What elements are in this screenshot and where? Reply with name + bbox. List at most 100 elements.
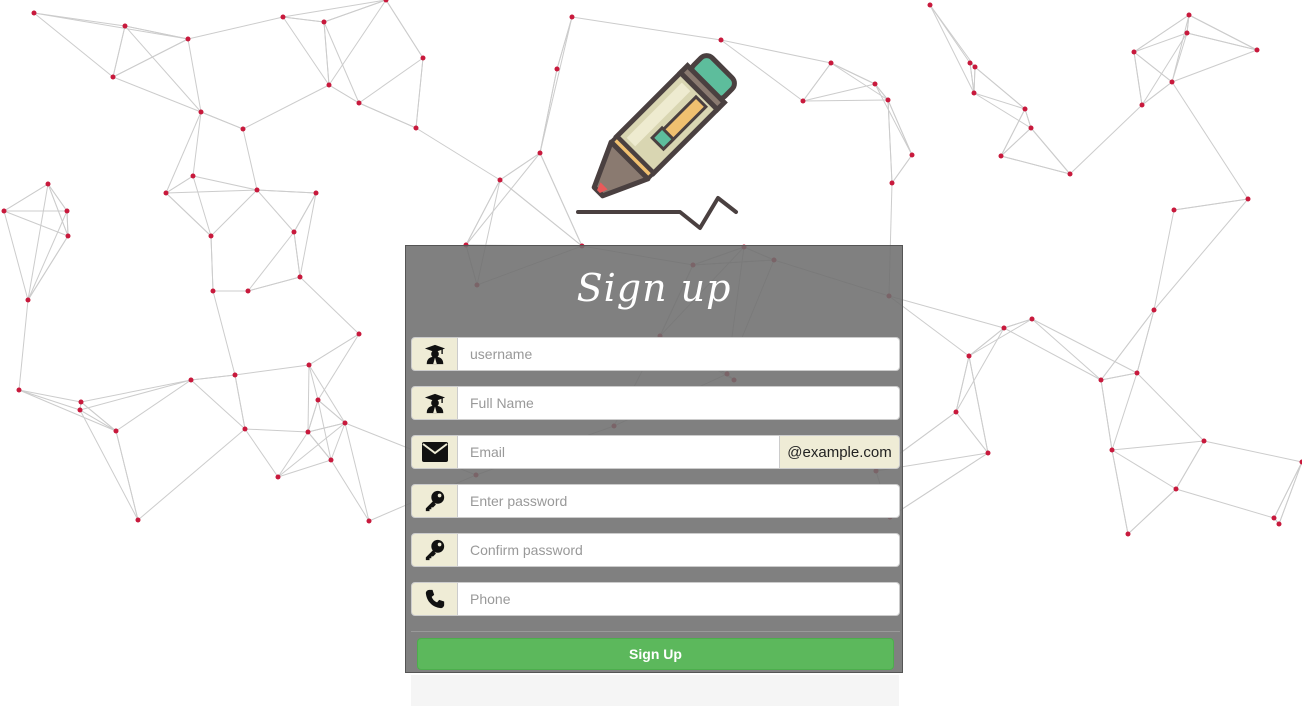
full-name-input[interactable] — [458, 386, 900, 420]
network-node — [356, 331, 362, 337]
page: Sign up @example.com — [0, 0, 1302, 708]
network-line — [66, 210, 69, 237]
network-line — [328, 84, 360, 104]
network-line — [929, 4, 976, 68]
network-line — [874, 83, 889, 101]
password-input[interactable] — [458, 484, 900, 518]
network-line — [465, 152, 541, 246]
confirm-password-input[interactable] — [458, 533, 900, 567]
network-line — [889, 452, 989, 518]
network-node — [800, 98, 806, 104]
network-line — [112, 76, 202, 113]
network-line — [1141, 81, 1173, 106]
form-divider — [411, 631, 900, 632]
network-node — [242, 426, 248, 432]
network-node — [78, 399, 84, 405]
network-node — [31, 10, 37, 16]
network-node — [1098, 377, 1104, 383]
network-line — [112, 25, 126, 78]
network-line — [112, 38, 189, 78]
network-node — [1169, 79, 1175, 85]
network-line — [308, 333, 360, 366]
network-line — [3, 183, 49, 212]
network-line — [1171, 81, 1249, 200]
network-node — [985, 450, 991, 456]
pencil-icon — [576, 53, 738, 230]
username-input[interactable] — [458, 337, 900, 371]
network-line — [968, 327, 1005, 357]
network-line — [1003, 327, 1102, 381]
network-node — [885, 97, 891, 103]
network-node — [291, 229, 297, 235]
network-node — [190, 173, 196, 179]
network-line — [308, 364, 346, 424]
network-line — [358, 57, 424, 104]
network-node — [569, 14, 575, 20]
network-node — [210, 288, 216, 294]
network-node — [297, 274, 303, 280]
password-row — [411, 484, 900, 518]
network-line — [955, 355, 970, 413]
page-title: Sign up — [576, 266, 732, 310]
network-line — [1136, 309, 1155, 374]
network-node — [65, 233, 71, 239]
network-node — [967, 60, 973, 66]
network-line — [974, 66, 1026, 110]
network-node — [305, 429, 311, 435]
network-node — [321, 19, 327, 25]
network-line — [874, 83, 913, 156]
network-line — [308, 364, 319, 401]
network-line — [323, 0, 387, 23]
phone-row — [411, 582, 900, 616]
signup-button[interactable]: Sign Up — [417, 638, 894, 670]
network-node — [972, 64, 978, 70]
network-line — [385, 0, 424, 59]
network-node — [122, 23, 128, 29]
network-line — [830, 62, 876, 85]
phone-input[interactable] — [458, 582, 900, 616]
envelope-icon — [411, 435, 458, 469]
network-line — [1111, 372, 1138, 451]
network-node — [232, 372, 238, 378]
network-line — [277, 459, 332, 478]
network-line — [1133, 32, 1188, 53]
network-line — [33, 12, 189, 40]
network-node — [554, 66, 560, 72]
network-node — [275, 474, 281, 480]
network-node — [1254, 47, 1260, 53]
network-node — [135, 517, 141, 523]
network-node — [872, 81, 878, 87]
network-line — [299, 276, 360, 335]
network-line — [242, 128, 258, 191]
network-line — [47, 183, 68, 212]
network-line — [1000, 108, 1026, 157]
network-line — [192, 175, 258, 191]
network-node — [45, 181, 51, 187]
network-line — [256, 189, 295, 233]
network-line — [234, 364, 310, 376]
network-line — [1133, 51, 1143, 106]
network-node — [326, 82, 332, 88]
network-line — [1100, 372, 1138, 381]
network-line — [307, 364, 310, 433]
network-node — [306, 362, 312, 368]
network-line — [323, 21, 360, 104]
network-line — [282, 16, 330, 86]
network-line — [1111, 449, 1129, 535]
network-node — [1151, 307, 1157, 313]
network-line — [973, 92, 1032, 129]
footer-strip — [411, 675, 899, 706]
network-node — [953, 409, 959, 415]
network-line — [887, 99, 913, 156]
network-node — [1276, 521, 1282, 527]
network-line — [1175, 488, 1275, 519]
network-node — [828, 60, 834, 66]
network-node — [1245, 196, 1251, 202]
network-node — [16, 387, 22, 393]
network-line — [802, 99, 889, 102]
network-node — [1139, 102, 1145, 108]
network-node — [1171, 207, 1177, 213]
email-input[interactable] — [458, 435, 780, 469]
network-line — [1136, 372, 1205, 442]
network-line — [330, 459, 370, 522]
